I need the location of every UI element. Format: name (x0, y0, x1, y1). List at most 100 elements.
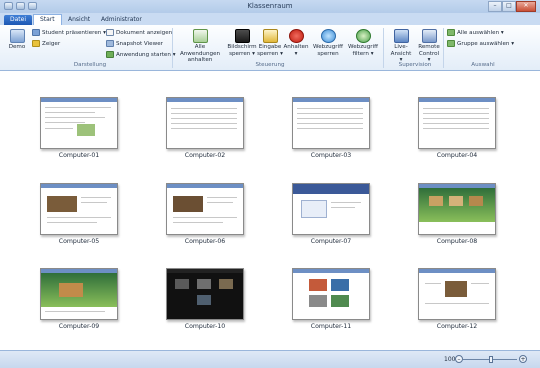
pointer-label: Zeiger (42, 40, 61, 47)
computer-tile[interactable]: Computer-06 (163, 183, 247, 245)
group-separator (443, 28, 444, 68)
computer-name: Computer-02 (184, 152, 226, 159)
select-all-icon (447, 29, 455, 36)
remote-control-icon (421, 29, 437, 43)
computer-tile[interactable]: Computer-09 (37, 268, 121, 330)
window-controls: – □ ✕ (488, 1, 536, 12)
computer-name: Computer-12 (436, 323, 478, 330)
screen-thumbnail[interactable] (40, 268, 118, 320)
screen-thumbnail[interactable] (418, 268, 496, 320)
screen-thumbnail[interactable] (166, 268, 244, 320)
web-filter-button[interactable]: Webzugriff filtern ▾ (346, 29, 380, 57)
screen-thumbnail[interactable] (292, 97, 370, 149)
group-label-darstellung: Darstellung (73, 62, 107, 68)
zoom-in-button[interactable]: + (519, 355, 527, 363)
pointer-button[interactable]: Zeiger (32, 40, 60, 47)
ribbon: Demo Student präsentieren ▾ Zeiger Dokum… (0, 25, 540, 71)
computer-name: Computer-06 (184, 238, 226, 245)
computer-tile[interactable]: Computer-02 (163, 97, 247, 159)
screen-thumbnail[interactable] (292, 268, 370, 320)
computer-tile[interactable]: Computer-12 (415, 268, 499, 330)
student-present-label: Student präsentieren ▾ (42, 29, 106, 36)
tab-file[interactable]: Datei (4, 15, 33, 25)
screen-thumbnail[interactable] (166, 97, 244, 149)
computer-name: Computer-07 (310, 238, 352, 245)
stop-all-apps-button[interactable]: Alle Anwendungen anhalten (174, 29, 226, 64)
computer-name: Computer-09 (58, 323, 100, 330)
stop-button[interactable]: Anhalten ▾ (283, 29, 309, 57)
document-icon (106, 29, 114, 36)
demo-label: Demo (8, 44, 26, 50)
screen-thumbnail[interactable] (418, 97, 496, 149)
pointer-icon (32, 40, 40, 47)
snapshot-viewer-label: Snapshot Viewer (116, 40, 163, 47)
stop-label-1: Anhalten (283, 44, 309, 50)
computer-tile[interactable]: Computer-03 (289, 97, 373, 159)
close-button[interactable]: ✕ (516, 1, 536, 12)
select-group-button[interactable]: Gruppe auswählen ▾ (447, 40, 514, 47)
computer-tile[interactable]: Computer-01 (37, 97, 121, 159)
screen-thumbnail[interactable] (40, 183, 118, 235)
remote-control-label-1: Remote (418, 44, 440, 50)
screen-thumbnail[interactable] (166, 183, 244, 235)
select-group-icon (447, 40, 455, 47)
web-filter-label-2: filtern ▾ (352, 50, 374, 57)
live-view-button[interactable]: Live-Ansicht ▾ (385, 29, 417, 64)
computer-tile[interactable]: Computer-08 (415, 183, 499, 245)
screen-thumbnail[interactable] (40, 97, 118, 149)
window-title: Klassenraum (247, 2, 293, 10)
document-show-button[interactable]: Dokument anzeigen (106, 29, 172, 36)
start-application-button[interactable]: Anwendung starten ▾ (106, 51, 176, 58)
computer-name: Computer-11 (310, 323, 352, 330)
computer-tile[interactable]: Computer-10 (163, 268, 247, 330)
remote-control-button[interactable]: Remote Control ▾ (417, 29, 441, 64)
tab-view[interactable]: Ansicht (62, 15, 96, 25)
web-lock-label-2: sperren (317, 50, 339, 57)
minimize-button[interactable]: – (488, 1, 502, 12)
stop-icon (288, 29, 304, 43)
screen-thumbnail[interactable] (418, 183, 496, 235)
lock-screen-label-2: sperren ▾ (229, 50, 255, 57)
demo-button[interactable]: Demo (6, 29, 28, 51)
computer-name: Computer-01 (58, 152, 100, 159)
lock-screen-button[interactable]: Bildschirm sperren ▾ (227, 29, 257, 57)
student-present-button[interactable]: Student präsentieren ▾ (32, 29, 106, 36)
group-separator (383, 28, 384, 68)
start-application-label: Anwendung starten ▾ (116, 51, 176, 58)
document-show-label: Dokument anzeigen (116, 29, 173, 36)
maximize-button[interactable]: □ (502, 1, 516, 12)
screen-thumbnail[interactable] (292, 183, 370, 235)
group-label-supervision: Supervision (398, 62, 432, 68)
computer-grid: Computer-01 Computer-02 Computer-03 Comp… (0, 71, 540, 350)
lock-input-label-2: sperren ▾ (257, 50, 283, 57)
group-label-auswahl: Auswahl (471, 62, 495, 68)
select-all-button[interactable]: Alle auswählen ▾ (447, 29, 504, 36)
web-filter-icon (355, 29, 371, 43)
title-bar: Klassenraum – □ ✕ (0, 0, 540, 13)
computer-tile[interactable]: Computer-04 (415, 97, 499, 159)
lock-input-button[interactable]: Eingabe sperren ▾ (257, 29, 283, 57)
tab-administrator[interactable]: Administrator (95, 15, 148, 25)
web-lock-icon (320, 29, 336, 43)
live-view-icon (393, 29, 409, 43)
application-icon (106, 51, 114, 58)
computer-tile[interactable]: Computer-05 (37, 183, 121, 245)
select-all-label: Alle auswählen ▾ (457, 29, 504, 36)
computer-name: Computer-05 (58, 238, 100, 245)
snapshot-icon (106, 40, 114, 47)
zoom-out-button[interactable]: – (455, 355, 463, 363)
web-lock-label-1: Webzugriff (313, 44, 343, 50)
stop-all-apps-label-2: anhalten (187, 57, 213, 63)
computer-tile[interactable]: Computer-07 (289, 183, 373, 245)
web-filter-label-1: Webzugriff (348, 44, 378, 50)
group-separator (172, 28, 173, 68)
zoom-slider-handle[interactable] (489, 356, 493, 363)
computer-tile[interactable]: Computer-11 (289, 268, 373, 330)
computer-name: Computer-10 (184, 323, 226, 330)
select-group-label: Gruppe auswählen ▾ (457, 40, 515, 47)
web-lock-button[interactable]: Webzugriff sperren (311, 29, 345, 57)
lock-input-label-1: Eingabe (258, 44, 282, 50)
keyboard-lock-icon (262, 29, 278, 43)
live-view-label-1: Live-Ansicht (390, 44, 412, 57)
snapshot-viewer-button[interactable]: Snapshot Viewer (106, 40, 163, 47)
